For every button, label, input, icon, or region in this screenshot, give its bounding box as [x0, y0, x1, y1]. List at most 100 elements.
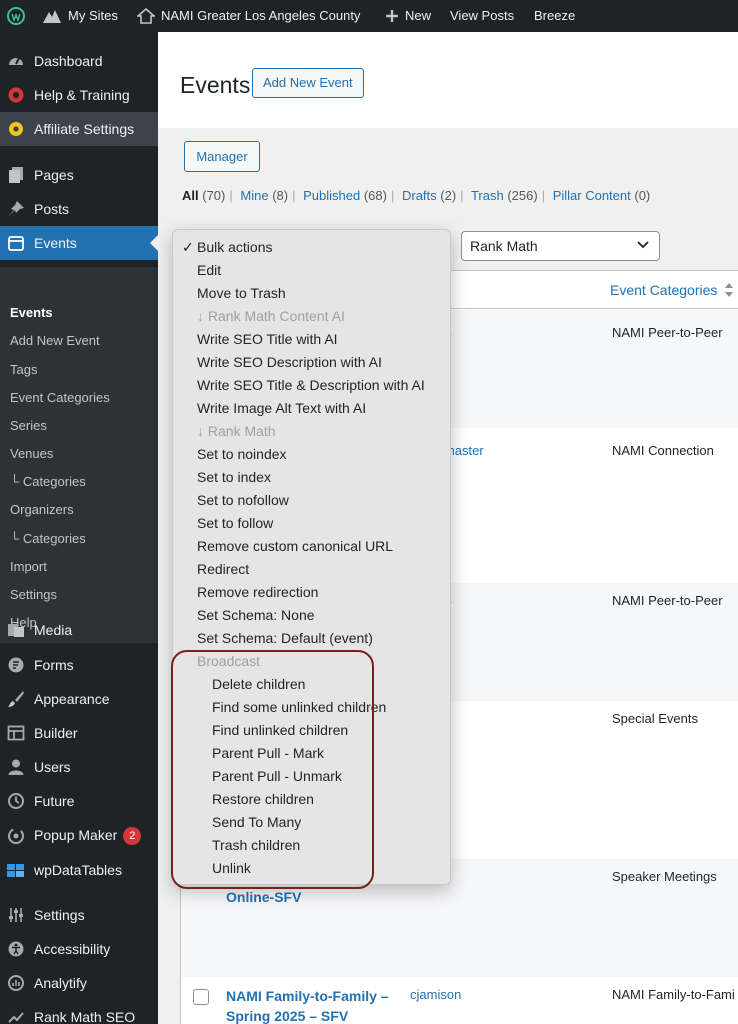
- sidebar-item-dashboard[interactable]: Dashboard: [0, 44, 158, 78]
- bulk-action-option[interactable]: Delete children: [212, 676, 305, 692]
- bulk-action-option[interactable]: Set to noindex: [197, 446, 287, 462]
- bulk-action-option[interactable]: Restore children: [212, 791, 314, 807]
- bulk-action-option[interactable]: Trash children: [212, 837, 300, 853]
- sidebar-item-label: Affiliate Settings: [34, 121, 135, 137]
- view-posts-link[interactable]: View Posts: [450, 0, 514, 32]
- sidebar-item-popup-maker[interactable]: Popup Maker 2: [0, 819, 158, 853]
- sidebar-item-settings[interactable]: Settings: [0, 898, 158, 932]
- sidebar-item-analytify[interactable]: Analytify: [0, 966, 158, 1000]
- category-value: NAMI Connection: [612, 443, 714, 458]
- sidebar-item-appearance[interactable]: Appearance: [0, 682, 158, 716]
- bulk-action-option[interactable]: Write SEO Title & Description with AI: [197, 377, 425, 393]
- bulk-action-option[interactable]: Set to nofollow: [197, 492, 289, 508]
- sidebar-item-media[interactable]: Media: [0, 613, 158, 647]
- filter-trash-count: (256): [507, 188, 538, 203]
- add-new-event-button[interactable]: Add New Event: [252, 68, 364, 98]
- submenu-item-venue-categories[interactable]: └ Categories: [10, 474, 86, 489]
- breeze-link[interactable]: Breeze: [534, 0, 575, 32]
- bulk-action-option[interactable]: Set to follow: [197, 515, 273, 531]
- bulk-action-option[interactable]: Write SEO Title with AI: [197, 331, 338, 347]
- bulk-action-option[interactable]: Send To Many: [212, 814, 301, 830]
- status-filters: All (70) | Mine (8) | Published (68) | Draf…: [182, 188, 651, 203]
- submenu-item-event-categories[interactable]: Event Categories: [10, 390, 110, 405]
- bulk-action-option[interactable]: Parent Pull - Unmark: [212, 768, 342, 784]
- bulk-action-option[interactable]: Redirect: [197, 561, 249, 577]
- filter-trash[interactable]: Trash: [471, 188, 504, 203]
- filter-published[interactable]: Published: [303, 188, 360, 203]
- bulk-action-option[interactable]: Parent Pull - Mark: [212, 745, 324, 761]
- sidebar-item-users[interactable]: Users: [0, 750, 158, 784]
- bulk-action-option[interactable]: Bulk actions: [197, 239, 272, 255]
- filter-pillar-content[interactable]: Pillar Content: [553, 188, 631, 203]
- submenu-item-organizer-categories[interactable]: └ Categories: [10, 531, 86, 546]
- author-link[interactable]: cjamison: [410, 987, 461, 1002]
- submenu-item-settings[interactable]: Settings: [10, 587, 57, 602]
- sidebar-item-accessibility[interactable]: Accessibility: [0, 932, 158, 966]
- sidebar-item-affiliate-settings[interactable]: Affiliate Settings: [0, 112, 158, 146]
- rank-math-filter-select[interactable]: Rank Math: [461, 231, 660, 261]
- admin-sidebar: Events Add New Event Tags Event Categori…: [0, 32, 158, 1024]
- gear-icon: [6, 119, 26, 139]
- category-value: Speaker Meetings: [612, 869, 717, 884]
- sort-arrows-icon[interactable]: [724, 281, 734, 299]
- event-title-link[interactable]: Online-SFV: [226, 887, 301, 907]
- filter-mine[interactable]: Mine: [240, 188, 268, 203]
- sidebar-item-rank-math-seo[interactable]: Rank Math SEO: [0, 1000, 158, 1024]
- lifebuoy-icon: [6, 85, 26, 105]
- bulk-action-option[interactable]: Remove custom canonical URL: [197, 538, 393, 554]
- bulk-action-option[interactable]: Set Schema: Default (event): [197, 630, 373, 646]
- site-name-label: NAMI Greater Los Angeles County: [161, 8, 361, 23]
- sidebar-item-wpdatatables[interactable]: wpDataTables: [0, 853, 158, 887]
- bulk-action-option[interactable]: Find some unlinked children: [212, 699, 386, 715]
- bulk-action-option[interactable]: Set Schema: None: [197, 607, 315, 623]
- option-group-label: ↓ Rank Math Content AI: [197, 308, 345, 324]
- bulk-action-option[interactable]: Move to Trash: [197, 285, 286, 301]
- category-value: Special Events: [612, 711, 698, 726]
- filter-published-count: (68): [363, 188, 387, 203]
- bulk-action-option[interactable]: Write Image Alt Text with AI: [197, 400, 366, 416]
- column-header-event-categories[interactable]: Event Categories: [610, 282, 717, 298]
- submenu-item-import[interactable]: Import: [10, 559, 47, 574]
- submenu-item-tags[interactable]: Tags: [10, 362, 37, 377]
- sidebar-item-label: Settings: [34, 907, 85, 923]
- manager-button[interactable]: Manager: [184, 141, 260, 172]
- page-title: Events: [180, 72, 251, 98]
- sidebar-item-label: Appearance: [34, 691, 110, 707]
- site-name-link[interactable]: NAMI Greater Los Angeles County: [137, 0, 360, 32]
- bulk-action-option[interactable]: Set to index: [197, 469, 271, 485]
- new-content-link[interactable]: New: [385, 0, 431, 32]
- sidebar-item-label: wpDataTables: [34, 862, 122, 878]
- sites-icon: [43, 10, 61, 23]
- filter-mine-count: (8): [272, 188, 289, 203]
- submenu-item-organizers[interactable]: Organizers: [10, 502, 74, 517]
- admin-bar: My Sites NAMI Greater Los Angeles County…: [0, 0, 738, 32]
- sidebar-item-forms[interactable]: Forms: [0, 648, 158, 682]
- submenu-item-add-new-event[interactable]: Add New Event: [10, 333, 100, 348]
- row-checkbox[interactable]: [193, 989, 209, 1005]
- bulk-action-option[interactable]: Remove redirection: [197, 584, 318, 600]
- accessibility-icon: [6, 939, 26, 959]
- submenu-item-events[interactable]: Events: [10, 305, 53, 320]
- breeze-label: Breeze: [534, 8, 576, 23]
- filter-all[interactable]: All: [182, 188, 199, 203]
- sidebar-item-future[interactable]: Future: [0, 784, 158, 818]
- submenu-item-venues[interactable]: Venues: [10, 446, 53, 461]
- submenu-item-series[interactable]: Series: [10, 418, 47, 433]
- popup-icon: [6, 826, 26, 846]
- sidebar-item-pages[interactable]: Pages: [0, 158, 158, 192]
- my-sites-link[interactable]: My Sites: [42, 0, 118, 32]
- bulk-action-option[interactable]: Write SEO Description with AI: [197, 354, 382, 370]
- wordpress-logo-icon[interactable]: [6, 0, 26, 32]
- sidebar-item-posts[interactable]: Posts: [0, 192, 158, 226]
- filter-drafts[interactable]: Drafts: [402, 188, 437, 203]
- settings-icon: [6, 905, 26, 925]
- sidebar-item-builder[interactable]: Builder: [0, 716, 158, 750]
- bulk-action-option[interactable]: Unlink: [212, 860, 251, 876]
- bulk-actions-dropdown[interactable]: ✓ Bulk actions Edit Move to Trash ↓ Rank…: [172, 229, 451, 885]
- sidebar-item-events[interactable]: Events: [0, 226, 158, 260]
- sidebar-item-help-training[interactable]: Help & Training: [0, 78, 158, 112]
- bulk-action-option[interactable]: Find unlinked children: [212, 722, 348, 738]
- event-title-link[interactable]: NAMI Family-to-Family – Spring 2025 – SF…: [226, 986, 396, 1024]
- bulk-action-option[interactable]: Edit: [197, 262, 221, 278]
- dashboard-icon: [6, 51, 26, 71]
